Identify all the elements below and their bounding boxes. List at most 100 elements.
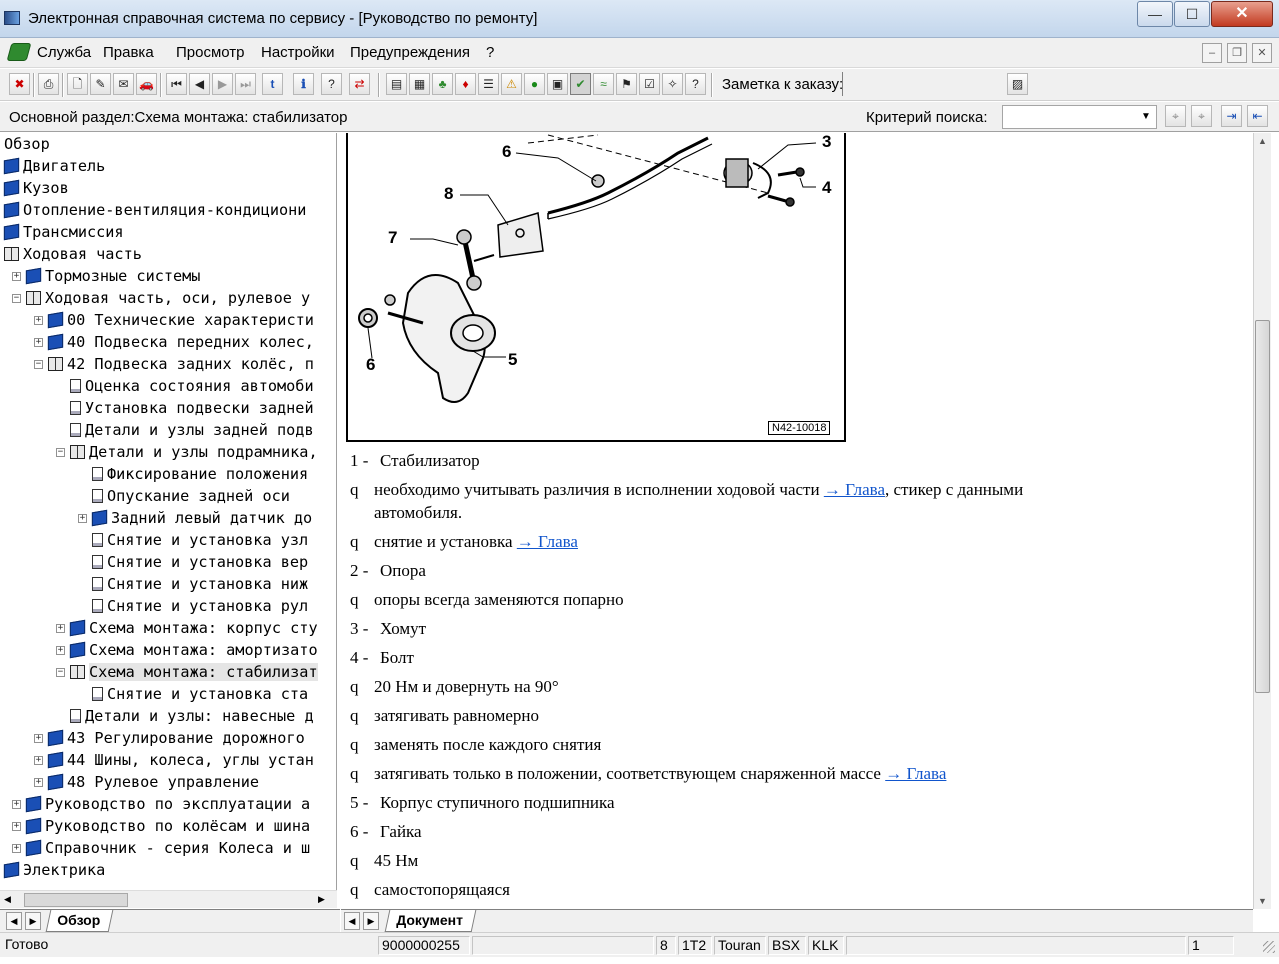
search-go-icon[interactable]: ⇥	[1221, 105, 1242, 127]
tree-item[interactable]: Кузов	[3, 177, 69, 199]
tree-item[interactable]: Снятие и установка ниж	[92, 573, 308, 595]
tree-item[interactable]: Снятие и установка ста	[92, 683, 308, 705]
app-icon[interactable]	[4, 11, 20, 25]
tree-item[interactable]: Опускание задней оси	[92, 485, 290, 507]
scroll-right-icon[interactable]: ▶	[318, 894, 325, 905]
tree-item[interactable]: Двигатель	[3, 155, 105, 177]
tree-item[interactable]: +00 Технические характеристи	[34, 309, 314, 331]
expand-icon[interactable]: +	[34, 756, 43, 765]
mdi-restore-button[interactable]: ❐	[1227, 43, 1247, 63]
print-icon[interactable]: ⎙	[38, 73, 59, 95]
tree-item[interactable]: + Руководство по эксплуатации а	[12, 793, 310, 815]
flag-icon[interactable]: ⚑	[616, 73, 637, 95]
tree-item[interactable]: Отопление-вентиляция-кондициони	[3, 199, 306, 221]
doc-tab-nav-right-icon[interactable]: ▶	[363, 912, 379, 930]
search-prev-icon[interactable]: ⌖	[1165, 105, 1186, 127]
tree-item[interactable]: + Схема монтажа: корпус сту	[56, 617, 318, 639]
back-link-icon[interactable]: t	[262, 73, 283, 95]
order-note-field[interactable]	[842, 72, 1002, 96]
tree-item[interactable]: Электрика	[3, 859, 105, 881]
collapse-icon[interactable]: −	[12, 294, 21, 303]
tree-item[interactable]: Снятие и установка рул	[92, 595, 308, 617]
menu-service[interactable]: Служба	[37, 44, 91, 61]
question-icon[interactable]: ?	[685, 73, 706, 95]
chapter-link[interactable]: → Глава	[885, 764, 946, 783]
last-page-icon[interactable]: ⏭	[235, 73, 256, 95]
doc-tab-nav-left-icon[interactable]: ◀	[344, 912, 360, 930]
tree-item[interactable]: − Ходовая часть, оси, рулевое у	[12, 287, 310, 309]
scroll-up-icon[interactable]: ▲	[1254, 133, 1271, 149]
menu-settings[interactable]: Настройки	[261, 44, 335, 61]
list-icon[interactable]: ☰	[478, 73, 499, 95]
maximize-button[interactable]: ☐	[1174, 1, 1210, 27]
diagram-icon[interactable]: ▦	[409, 73, 430, 95]
previous-page-icon[interactable]: ◀	[189, 73, 210, 95]
expand-icon[interactable]: +	[34, 778, 43, 787]
star-icon[interactable]: ✧	[662, 73, 683, 95]
expand-icon[interactable]: +	[12, 844, 21, 853]
collapse-icon[interactable]: −	[56, 448, 65, 457]
tree-item[interactable]: +44 Шины, колеса, углы устан	[34, 749, 314, 771]
container-icon[interactable]: ▣	[547, 73, 568, 95]
globe-icon[interactable]: ●	[524, 73, 545, 95]
manual-icon[interactable]: ✔	[570, 73, 591, 95]
search-criteria-combo[interactable]: ▼	[1002, 105, 1157, 129]
tab-nav-left-icon[interactable]: ◀	[6, 912, 22, 930]
menu-view[interactable]: Просмотр	[176, 44, 245, 61]
collapse-icon[interactable]: −	[56, 668, 65, 677]
book-icon[interactable]: ▤	[386, 73, 407, 95]
search-next-icon[interactable]: ⌖	[1191, 105, 1212, 127]
vehicle-icon[interactable]: 🚗	[136, 73, 157, 95]
first-page-icon[interactable]: ⏮	[166, 73, 187, 95]
tree-icon[interactable]: ♣	[432, 73, 453, 95]
tree-item[interactable]: +48 Рулевое управление	[34, 771, 259, 793]
info-icon[interactable]: ℹ	[293, 73, 314, 95]
expand-icon[interactable]: +	[34, 316, 43, 325]
warning-icon[interactable]: ⚠	[501, 73, 522, 95]
tree-scroll-thumb[interactable]	[24, 893, 128, 907]
tree-item[interactable]: +43 Регулирование дорожного	[34, 727, 305, 749]
tree-item[interactable]: + Задний левый датчик до	[78, 507, 312, 529]
tree-item[interactable]: − Схема монтажа: стабилизат	[56, 661, 318, 683]
expand-icon[interactable]: +	[78, 514, 87, 523]
edit-note-icon[interactable]: ✎	[90, 73, 111, 95]
tree-item[interactable]: − Детали и узлы подрамника,	[56, 441, 318, 463]
note-button-icon[interactable]: ▨	[1007, 73, 1028, 95]
new-document-icon[interactable]: 🗋	[67, 73, 88, 95]
tree-item[interactable]: + Тормозные системы	[12, 265, 200, 287]
checklist-icon[interactable]: ☑	[639, 73, 660, 95]
expand-icon[interactable]: +	[12, 822, 21, 831]
tree-item[interactable]: Ходовая часть	[4, 243, 142, 265]
tree-item[interactable]: Обзор	[4, 133, 50, 155]
tree-item[interactable]: Снятие и установка узл	[92, 529, 308, 551]
collapse-icon[interactable]: −	[34, 360, 43, 369]
overview-tree[interactable]: Обзор Двигатель Кузов Отопление-вентиляция-…	[0, 133, 337, 890]
tree-item[interactable]: + Схема монтажа: амортизато	[56, 639, 318, 661]
expand-icon[interactable]: +	[12, 800, 21, 809]
document-menu-icon[interactable]	[6, 43, 32, 61]
expand-icon[interactable]: +	[34, 734, 43, 743]
order-icon[interactable]: ✉	[113, 73, 134, 95]
switch-icon[interactable]: ⇄	[349, 73, 370, 95]
menu-warnings[interactable]: Предупреждения	[350, 44, 470, 61]
next-page-icon[interactable]: ▶	[212, 73, 233, 95]
tree-item[interactable]: Фиксирование положения	[92, 463, 308, 485]
exit-icon[interactable]: ✖	[9, 73, 30, 95]
minimize-button[interactable]: —	[1137, 1, 1173, 27]
tree-item[interactable]: + Руководство по колёсам и шина	[12, 815, 310, 837]
document-vertical-scrollbar[interactable]: ▲ ▼	[1253, 133, 1271, 909]
mdi-minimize-button[interactable]: –	[1202, 43, 1222, 63]
expand-icon[interactable]: +	[12, 272, 21, 281]
chapter-link[interactable]: → Глава	[517, 532, 578, 551]
tab-document[interactable]: Документ	[384, 910, 477, 932]
tree-item[interactable]: Оценка состояния автомоби	[70, 375, 314, 397]
expand-icon[interactable]: +	[56, 624, 65, 633]
tree-item[interactable]: Трансмиссия	[3, 221, 124, 243]
chapter-link[interactable]: → Глава	[824, 480, 885, 499]
expand-icon[interactable]: +	[34, 338, 43, 347]
document-scroll-thumb[interactable]	[1255, 320, 1270, 693]
tree-item[interactable]: Установка подвески задней	[70, 397, 314, 419]
menu-edit[interactable]: Правка	[103, 44, 154, 61]
mdi-close-button[interactable]: ✕	[1252, 43, 1272, 63]
scroll-down-icon[interactable]: ▼	[1254, 893, 1271, 909]
